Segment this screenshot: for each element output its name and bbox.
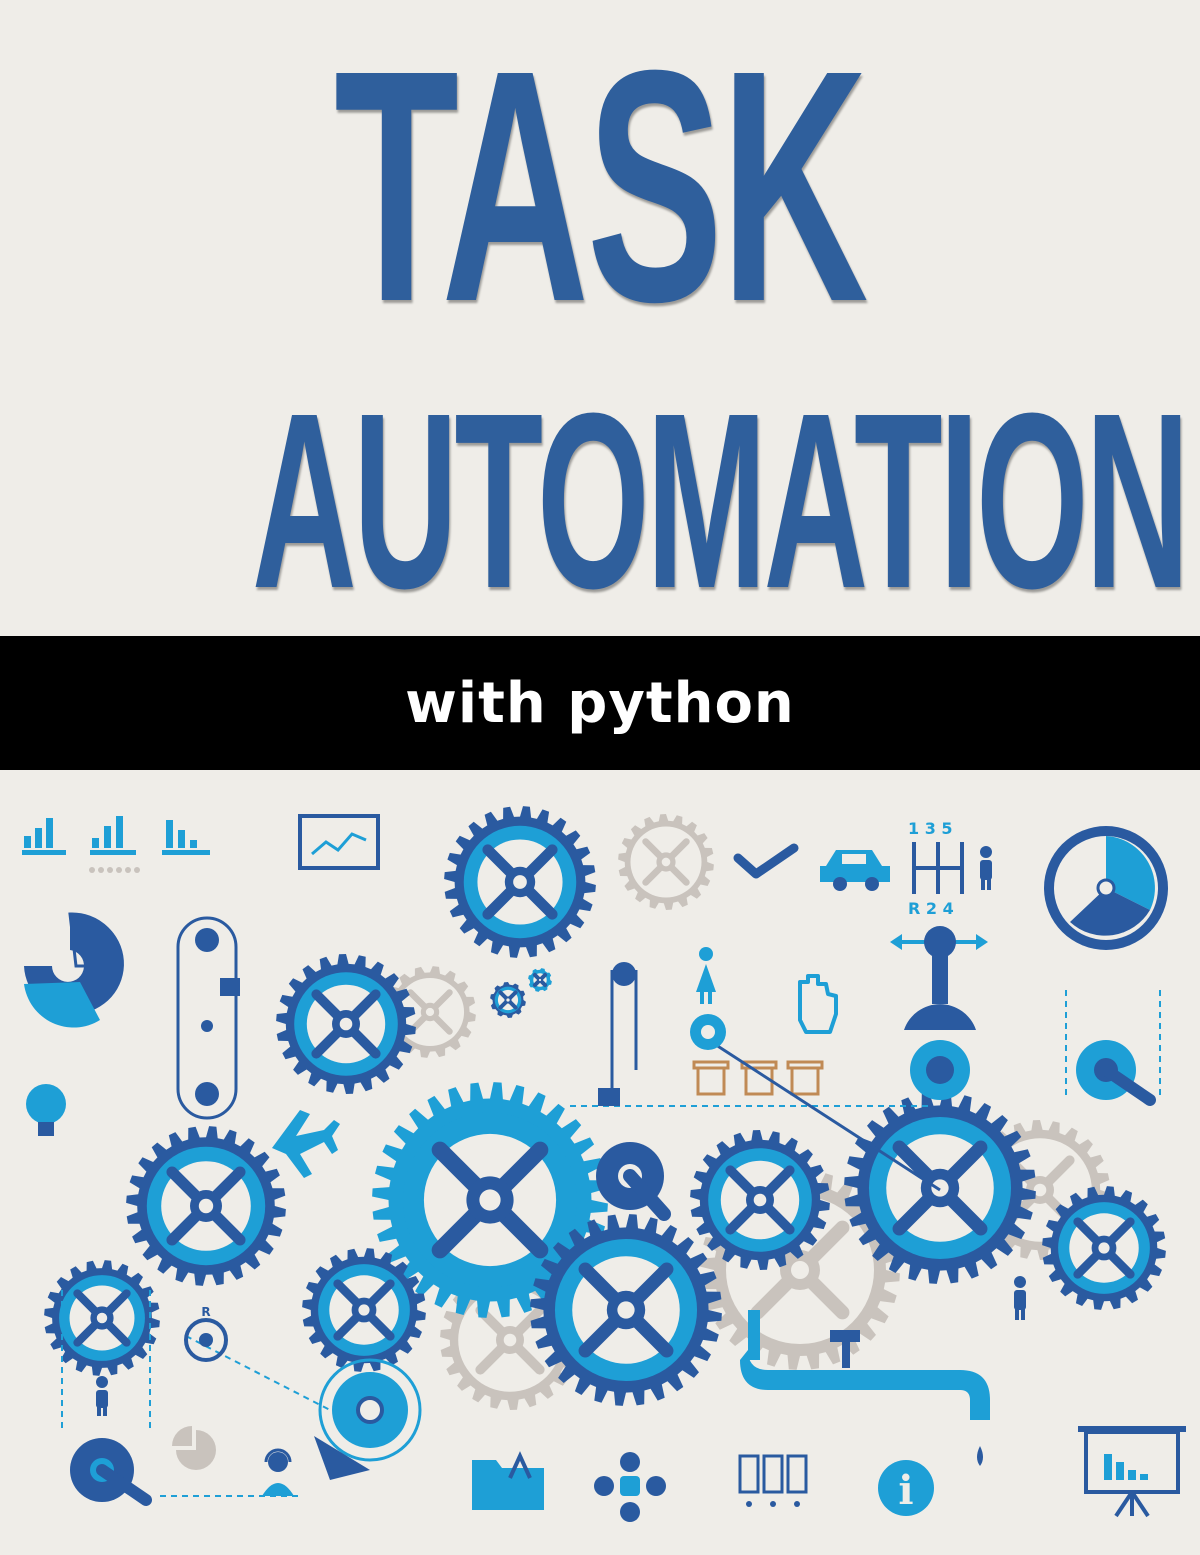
gear-icon xyxy=(302,1248,426,1372)
title-task: TASK xyxy=(334,1,868,370)
gear-icon xyxy=(528,968,552,992)
lightbulb-icon xyxy=(26,1084,66,1136)
person-icon xyxy=(980,846,992,890)
bar-chart-icon xyxy=(162,820,210,855)
gearshift-numbers-top: 1 3 5 xyxy=(908,819,953,838)
hand-cursor-icon xyxy=(798,974,838,1034)
crank-wheel-icon xyxy=(70,1438,152,1506)
person-icon xyxy=(696,947,716,1004)
info-icon: i xyxy=(878,1460,934,1516)
gearshift-icon: 1 3 5 R 2 4 xyxy=(908,819,964,918)
pie-chart-icon xyxy=(172,1426,216,1470)
pulley-icon xyxy=(184,1318,228,1362)
gear-icon xyxy=(618,814,714,910)
bar-chart-icon xyxy=(22,818,66,855)
presentation-board-icon xyxy=(1078,1426,1186,1518)
gear-icon xyxy=(1042,1186,1166,1310)
headset-person-icon xyxy=(262,1448,294,1496)
gear-icon xyxy=(530,1214,722,1406)
bar-chart-icon xyxy=(90,816,136,855)
title-automation: AUTOMATION xyxy=(252,361,1190,640)
person-icon xyxy=(96,1376,108,1416)
server-bars-icon xyxy=(738,1454,808,1507)
person-icon xyxy=(1014,1276,1026,1320)
gear-icon xyxy=(276,954,416,1094)
pulley-icon xyxy=(690,1014,726,1050)
trash-icon xyxy=(692,1060,824,1096)
checkmark-icon xyxy=(733,843,799,879)
folder-icon xyxy=(472,1451,544,1510)
joystick-icon xyxy=(890,926,988,1100)
line-chart-icon xyxy=(298,814,380,870)
gear-icon xyxy=(844,1092,1036,1284)
gear-icon xyxy=(444,806,596,958)
info-glyph: i xyxy=(898,1467,913,1514)
subtitle: with python xyxy=(405,670,795,736)
subtitle-band: with python xyxy=(0,636,1200,770)
crank-wheel-icon xyxy=(1076,1040,1156,1106)
car-icon xyxy=(820,850,890,891)
gearshift-numbers-bottom: R 2 4 xyxy=(908,899,954,918)
pie-gear-icon xyxy=(1044,826,1168,950)
registered-mark: R xyxy=(201,1305,210,1319)
cover-title-block: TASK AUTOMATION xyxy=(0,0,1200,636)
donut-chart-icon xyxy=(24,912,124,1028)
gear-icon xyxy=(126,1126,286,1286)
gear-icon xyxy=(490,982,526,1018)
automation-gears-illustration: 1 3 5 R 2 4 i R xyxy=(22,806,1186,1522)
airplane-icon xyxy=(272,1110,340,1178)
network-icon xyxy=(594,1452,666,1522)
crank-wheel-icon xyxy=(314,1358,422,1480)
